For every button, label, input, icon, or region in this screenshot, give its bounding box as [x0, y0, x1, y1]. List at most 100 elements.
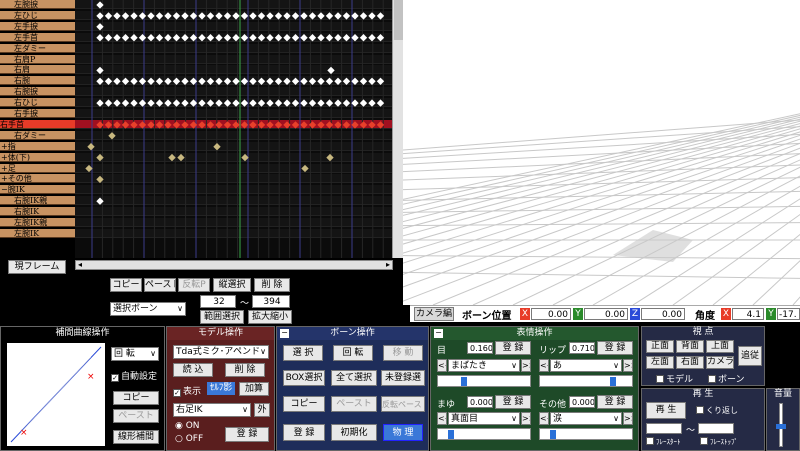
position-y-input[interactable]: 0.00: [584, 308, 628, 320]
box-select-button[interactable]: BOX選択: [283, 370, 325, 386]
bone-label[interactable]: 右ダミー: [0, 130, 75, 140]
physics-toggle[interactable]: 物 理: [383, 424, 423, 441]
auto-set-checkbox[interactable]: ✓ 自動設定: [111, 369, 157, 382]
play-button[interactable]: 再 生: [646, 402, 686, 419]
bone-register-button[interactable]: 登 録: [283, 424, 325, 441]
curve-handle-end-icon[interactable]: ×: [87, 372, 95, 382]
angle-y-input[interactable]: -17.: [777, 308, 800, 320]
add-blend-button[interactable]: 加算: [239, 382, 269, 396]
bone-label[interactable]: 左手首: [0, 32, 75, 42]
other-value-input[interactable]: 0.000: [569, 396, 595, 408]
bone-select-button[interactable]: 選 択: [283, 345, 323, 361]
vertical-select-button[interactable]: 縦選択: [213, 278, 251, 292]
repeat-checkbox[interactable]: くり返し: [696, 405, 738, 416]
bone-label[interactable]: 左腕IK親: [0, 218, 75, 227]
frame-start-checkbox[interactable]: ﾌﾚｰｽﾀｰﾄ: [646, 437, 681, 447]
bone-label[interactable]: 左手捩: [0, 21, 75, 31]
camera-edit-tab[interactable]: カメラ編: [414, 307, 454, 321]
collapse-icon[interactable]: −: [280, 329, 289, 338]
bone-label[interactable]: 右腕IK: [0, 207, 75, 217]
select-unregistered-button[interactable]: 未登録選: [381, 370, 425, 386]
volume-knob[interactable]: [776, 424, 786, 429]
lip-prev-button[interactable]: <<: [539, 359, 549, 372]
bone-label[interactable]: 左ひじ: [0, 10, 75, 20]
frame-stop-checkbox[interactable]: ﾌﾚｰｽﾄｯﾌﾟ: [700, 437, 738, 447]
bone-copy-button[interactable]: コピー: [283, 396, 325, 412]
copy-frame-button[interactable]: コピー: [110, 278, 142, 292]
bone-label[interactable]: 左腕IK: [0, 228, 75, 238]
current-frame-button[interactable]: 現フレーム: [8, 260, 66, 274]
bone-label[interactable]: 右ひじ: [0, 98, 75, 108]
other-prev-button[interactable]: <<: [539, 412, 549, 425]
bone-label[interactable]: +指: [0, 141, 75, 151]
timeline-vertical-scrollbar[interactable]: [392, 0, 403, 258]
lip-slider-knob[interactable]: [609, 377, 616, 386]
view-left-button[interactable]: 左面: [646, 356, 674, 369]
zoom-button[interactable]: 拡大縮小: [248, 310, 292, 324]
other-register-button[interactable]: 登 録: [597, 395, 633, 409]
bone-select-dropdown[interactable]: 選択ボーン ∨: [110, 302, 186, 316]
brow-next-button[interactable]: >>: [521, 412, 531, 425]
eye-slider[interactable]: [437, 375, 531, 387]
eye-morph-dropdown[interactable]: まばたき ∨: [448, 359, 520, 372]
angle-x-input[interactable]: 4.1: [732, 308, 764, 320]
interp-paste-button[interactable]: ペースト: [113, 409, 159, 423]
view-follow-button[interactable]: 追従: [738, 346, 762, 366]
interp-rotate-dropdown[interactable]: 回 転 ∨: [111, 347, 159, 361]
view-front-button[interactable]: 正面: [646, 340, 674, 353]
model-select-dropdown[interactable]: Tda式ミク･アペンド ∨: [173, 345, 269, 359]
interp-copy-button[interactable]: コピー: [113, 391, 159, 405]
lip-next-button[interactable]: >>: [623, 359, 633, 372]
bone-label[interactable]: 右腕捩: [0, 87, 75, 97]
collapse-icon[interactable]: −: [434, 329, 443, 338]
range-select-button[interactable]: 範囲選択: [200, 310, 244, 324]
bone-label[interactable]: 右手捩: [0, 109, 75, 118]
brow-register-button[interactable]: 登 録: [495, 395, 531, 409]
lip-register-button[interactable]: 登 録: [597, 341, 633, 355]
view-right-button[interactable]: 右面: [676, 356, 704, 369]
scroll-thumb[interactable]: [394, 0, 403, 40]
interpolation-curve-editor[interactable]: × ×: [7, 343, 105, 446]
lip-value-input[interactable]: 0.710: [569, 342, 595, 354]
outside-parent-button[interactable]: 外: [254, 403, 270, 417]
show-model-checkbox[interactable]: ✓ 表示: [173, 384, 201, 397]
eye-next-button[interactable]: >>: [521, 359, 531, 372]
bone-flip-paste-button[interactable]: 反転ペースト: [381, 396, 425, 412]
bone-label[interactable]: 左ダミー: [0, 43, 75, 53]
bone-label[interactable]: 右肩P: [0, 54, 75, 64]
eye-register-button[interactable]: 登 録: [495, 341, 531, 355]
paste-frame-button[interactable]: ペースト: [144, 278, 176, 292]
scroll-left-icon[interactable]: ◂: [78, 261, 82, 269]
bone-label[interactable]: +足: [0, 163, 75, 173]
other-next-button[interactable]: >>: [623, 412, 633, 425]
brow-prev-button[interactable]: <<: [437, 412, 447, 425]
bone-label[interactable]: +その他: [0, 174, 75, 184]
bone-label[interactable]: 右手首: [0, 119, 75, 129]
ik-on-radio[interactable]: ◉ ON: [175, 421, 200, 431]
bone-rotate-button[interactable]: 回 転: [333, 345, 373, 361]
self-shadow-toggle[interactable]: ｾﾙﾌ影: [207, 382, 235, 395]
bone-init-button[interactable]: 初期化: [331, 424, 377, 441]
bone-move-button[interactable]: 移 動: [383, 345, 423, 361]
select-all-button[interactable]: 全て選択: [331, 370, 377, 386]
view-back-button[interactable]: 背面: [676, 340, 704, 353]
eye-slider-knob[interactable]: [461, 377, 468, 386]
eye-prev-button[interactable]: <<: [437, 359, 447, 372]
brow-slider[interactable]: [437, 428, 531, 440]
play-start-input[interactable]: [646, 423, 682, 434]
view-top-button[interactable]: 上面: [706, 340, 734, 353]
bone-label[interactable]: 右腕: [0, 76, 75, 86]
model-register-button[interactable]: 登 録: [225, 427, 269, 442]
lip-morph-dropdown[interactable]: あ ∨: [550, 359, 622, 372]
bone-label[interactable]: +体(下): [0, 152, 75, 162]
delete-frame-button[interactable]: 削 除: [254, 278, 290, 292]
eye-value-input[interactable]: 0.160: [467, 342, 493, 354]
brow-value-input[interactable]: 0.000: [467, 396, 493, 408]
other-slider-knob[interactable]: [550, 430, 556, 439]
ik-off-radio[interactable]: ○ OFF: [175, 434, 203, 444]
position-x-input[interactable]: 0.00: [531, 308, 571, 320]
flip-paste-button[interactable]: 反転P: [178, 278, 210, 292]
ik-select-dropdown[interactable]: 右足IK ∨: [173, 403, 251, 417]
curve-graph[interactable]: × ×: [7, 343, 105, 446]
timeline-horizontal-scrollbar[interactable]: ◂ ▸: [75, 260, 393, 270]
